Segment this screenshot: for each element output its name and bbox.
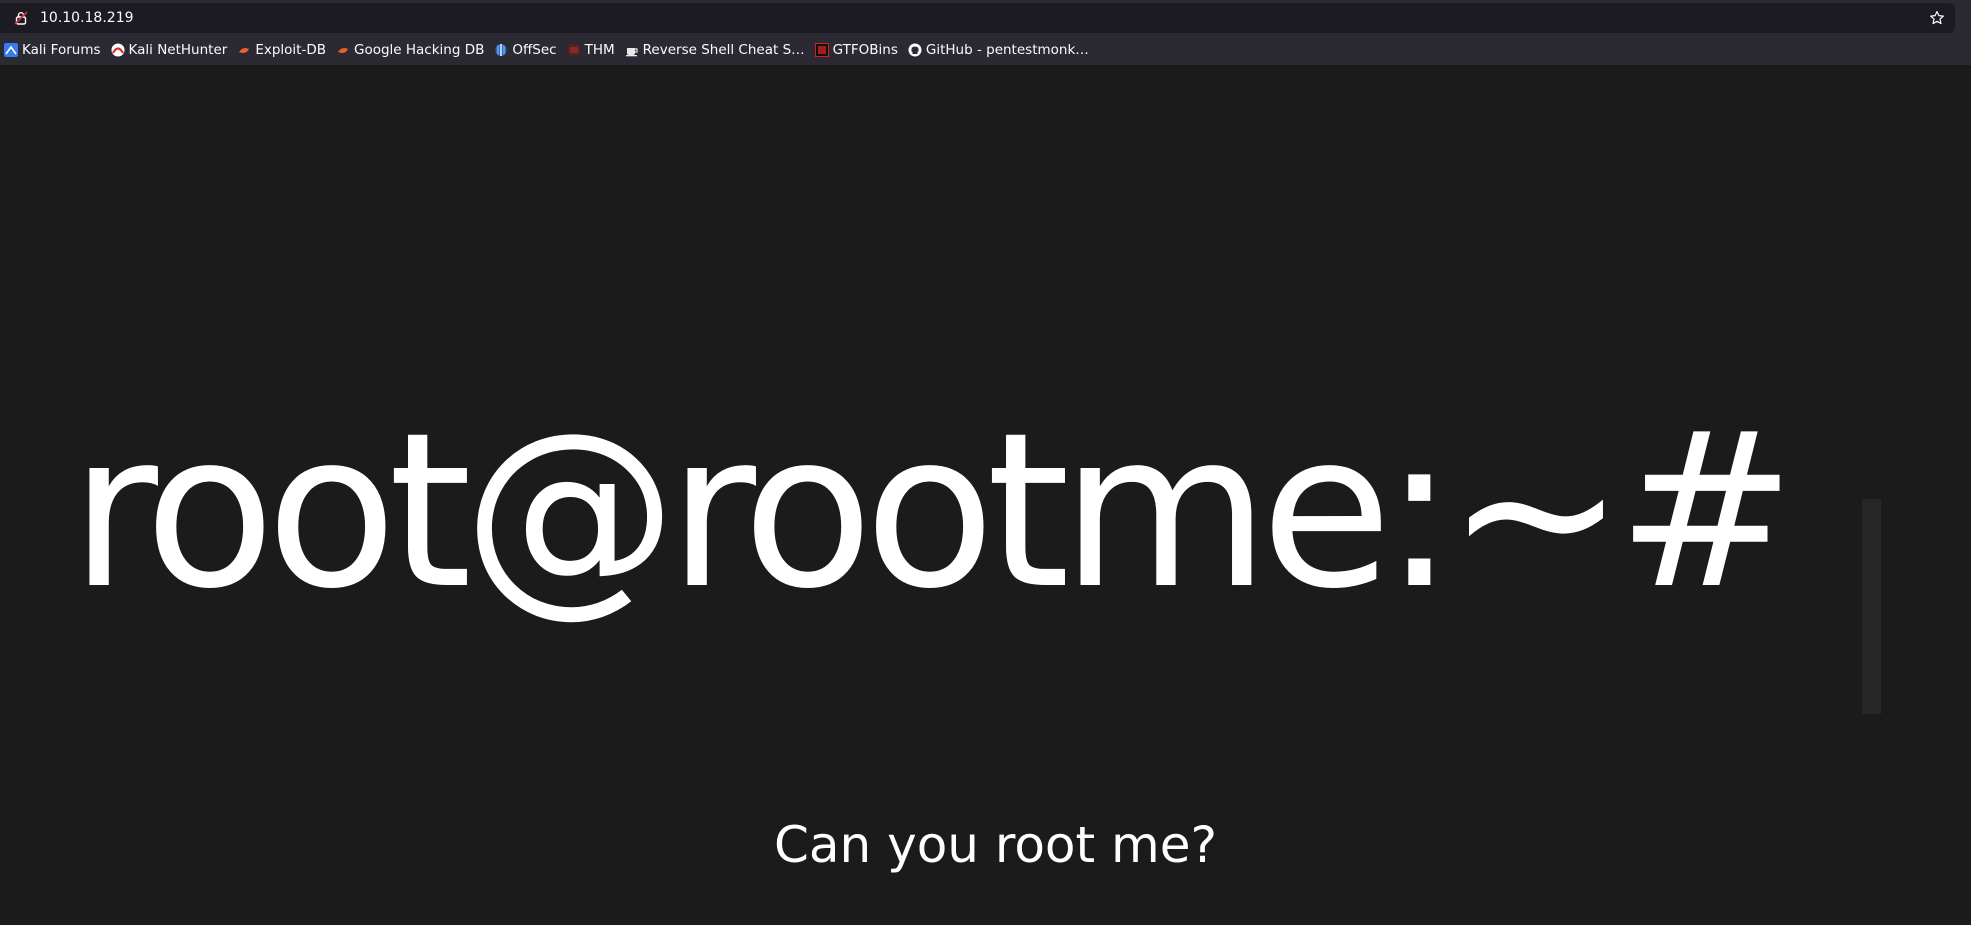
bookmark-label: Exploit-DB xyxy=(255,42,326,58)
bookmark-exploit-db[interactable]: Exploit-DB xyxy=(233,38,332,62)
bookmark-label: THM xyxy=(584,42,615,58)
bookmark-google-hacking-db[interactable]: Google Hacking DB xyxy=(332,38,490,62)
kali-dragon-icon xyxy=(4,43,18,57)
github-icon xyxy=(908,43,922,57)
browser-chrome: 10.10.18.219 Kali Forums Kali NetHunter … xyxy=(0,0,1971,65)
bookmark-offsec[interactable]: OffSec xyxy=(490,38,562,62)
coffee-cup-icon xyxy=(625,48,638,57)
bookmark-reverse-shell-cheat-sheet[interactable]: Reverse Shell Cheat S… xyxy=(621,38,811,62)
blinking-cursor xyxy=(1862,499,1881,714)
bookmark-label: GTFOBins xyxy=(832,42,898,58)
bookmark-kali-forums[interactable]: Kali Forums xyxy=(0,38,107,62)
bookmark-star-icon[interactable] xyxy=(1929,10,1945,26)
bookmark-label: OffSec xyxy=(512,42,557,58)
bookmark-kali-nethunter[interactable]: Kali NetHunter xyxy=(107,38,234,62)
bookmark-label: Kali Forums xyxy=(22,42,101,58)
bookmark-label: GitHub - pentestmonk… xyxy=(925,42,1089,58)
terminal-prompt-heading: root@rootme:~# xyxy=(70,387,1796,636)
offsec-icon xyxy=(495,44,507,56)
bookmark-label: Reverse Shell Cheat S… xyxy=(642,42,805,58)
bookmark-label: Google Hacking DB xyxy=(353,42,485,58)
bookmark-thm[interactable]: THM xyxy=(563,38,621,62)
nethunter-icon xyxy=(111,43,125,57)
page-tagline: Can you root me? xyxy=(773,816,1218,874)
bookmark-github-pentestmonkey[interactable]: GitHub - pentestmonk… xyxy=(904,38,1095,62)
insecure-lock-icon[interactable] xyxy=(14,11,28,25)
exploit-db-icon xyxy=(239,48,250,53)
gtfobins-icon xyxy=(814,43,829,57)
ghdb-icon xyxy=(337,48,348,53)
url-text[interactable]: 10.10.18.219 xyxy=(40,10,134,26)
bookmarks-toolbar: Kali Forums Kali NetHunter Exploit-DB Go… xyxy=(0,38,1095,62)
bookmark-gtfobins[interactable]: GTFOBins xyxy=(811,38,904,62)
bookmark-label: Kali NetHunter xyxy=(128,42,228,58)
thm-icon xyxy=(567,45,580,55)
address-bar[interactable]: 10.10.18.219 xyxy=(0,3,1955,33)
